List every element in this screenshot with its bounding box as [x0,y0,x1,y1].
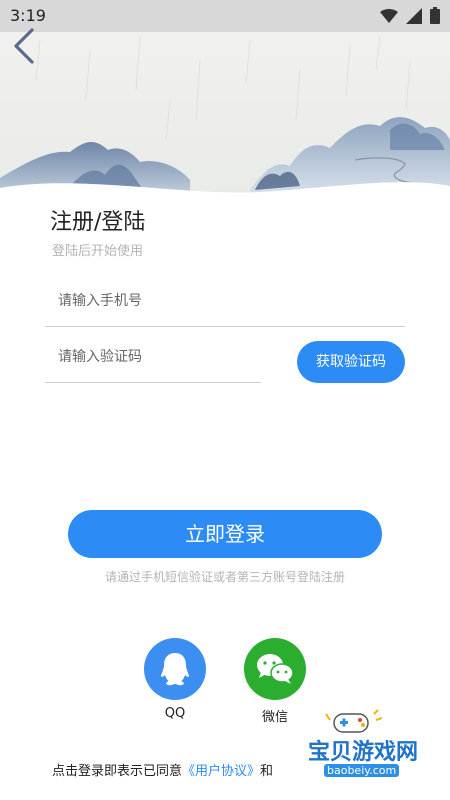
phone-placeholder: 请输入手机号 [58,293,142,309]
watermark-text: 宝贝游戏网 [308,740,419,765]
user-agreement-link[interactable]: 《用户协议》 [182,764,260,779]
status-bar: 3:19 [0,0,450,32]
status-icons [380,7,440,24]
agreement-text: 点击登录即表示已同意《用户协议》和 [52,760,273,779]
verification-code-input[interactable]: 请输入验证码 [58,346,142,366]
qq-login-button[interactable]: QQ [144,638,206,721]
watermark-url: baobeiy.com [324,764,400,777]
qq-label: QQ [164,706,186,721]
code-underline [45,382,261,383]
watermark-logo: 宝贝游戏网 baobeiy.com [308,708,420,788]
battery-icon [430,7,440,24]
wifi-icon [380,8,398,23]
page-subtitle: 登陆后开始使用 [52,244,144,259]
code-placeholder: 请输入验证码 [58,349,142,365]
back-button[interactable] [8,26,42,66]
phone-underline [45,326,405,327]
agreement-suffix: 和 [260,764,274,779]
signal-icon [406,7,422,24]
wechat-icon [244,638,306,700]
wechat-login-button[interactable]: 微信 [244,638,306,725]
agreement-prefix: 点击登录即表示已同意 [52,764,183,779]
login-hint: 请通过手机短信验证或者第三方账号登陆注册 [104,570,345,584]
phone-input[interactable]: 请输入手机号 [58,290,142,310]
login-button[interactable]: 立即登录 [68,510,382,558]
page-title: 注册/登陆 [50,210,146,235]
get-code-button[interactable]: 获取验证码 [297,341,405,383]
qq-icon [144,638,206,700]
chevron-left-icon [14,28,34,64]
wechat-label: 微信 [261,710,288,725]
status-time: 3:19 [10,6,46,25]
